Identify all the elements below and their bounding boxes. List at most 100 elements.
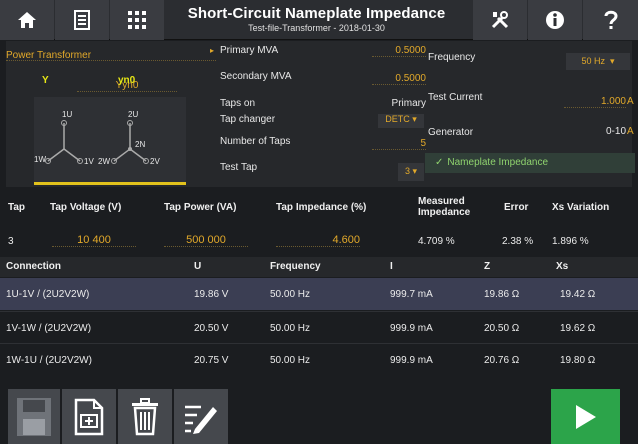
connection-cell: 1U-1V / (2U2V2W) (6, 289, 90, 300)
chevron-down-icon: ▸ (209, 46, 214, 55)
frequency-cell: 50.00 Hz (270, 323, 311, 334)
table-row[interactable]: 1V-1W / (2U2V2W) 20.50 V 50.00 Hz 999.9 … (0, 312, 638, 344)
run-test-button[interactable] (551, 389, 620, 444)
frequency-value: 50 Hz (581, 56, 605, 66)
play-icon (575, 404, 596, 429)
column-header: Frequency (270, 261, 321, 272)
tap-header: Tap (8, 202, 26, 213)
delete-icon (132, 397, 158, 435)
frequency-select[interactable]: 50 Hz ▾ (566, 53, 630, 70)
xs-variation-header: Xs Variation (552, 202, 610, 213)
tap-impedance-header: Tap Impedance (%) (276, 202, 367, 213)
frequency-label: Frequency (428, 52, 476, 63)
impedance-cell: 20.50 Ω (484, 323, 520, 334)
secondary-mva-label: Secondary MVA (220, 71, 292, 82)
frequency-cell: 50.00 Hz (270, 355, 311, 366)
voltage-cell: 20.50 V (194, 323, 229, 334)
test-tap-label: Test Tap (220, 162, 258, 173)
check-icon: ✓ (435, 157, 444, 168)
column-header: Xs (556, 261, 569, 272)
edit-icon (185, 405, 217, 434)
error-value: 2.38 % (502, 236, 534, 247)
test-current-value: 1.000 (600, 96, 626, 107)
test-current-label: Test Current (428, 92, 483, 103)
title-box: Short-Circuit Nameplate Impedance Test-f… (173, 0, 460, 40)
test-current-field[interactable]: 1.000 (564, 96, 626, 108)
edit-button[interactable] (174, 389, 228, 444)
column-header: Connection (6, 261, 61, 272)
device-type-select[interactable]: Power Transformer ▸ (6, 45, 216, 61)
top-bar: Short-Circuit Nameplate Impedance Test-f… (0, 0, 638, 40)
current-cell: 999.9 mA (390, 323, 433, 334)
page-subtitle: Test-file-Transformer - 2018-01-30 (248, 23, 385, 33)
info-button[interactable] (528, 0, 582, 40)
reactance-cell: 19.42 Ω (560, 289, 596, 300)
impedance-cell: 19.86 Ω (484, 289, 520, 300)
home-button[interactable] (0, 0, 54, 40)
generator-label: Generator (428, 127, 474, 138)
tools-button[interactable] (473, 0, 527, 40)
voltage-cell: 19.86 V (194, 289, 229, 300)
winding-diagram: Y yn0 1U 2U 1W 1V 2W 2N 2V (34, 75, 186, 185)
primary-winding-label: Y (42, 75, 49, 86)
column-header: Z (484, 261, 491, 272)
tap-voltage-header: Tap Voltage (V) (50, 202, 122, 213)
taps-on-value[interactable]: Primary (372, 98, 426, 109)
tap-changer-value: DETC (385, 114, 410, 124)
tap-power-field[interactable]: 500 000 (164, 234, 248, 247)
device-type-value: Power Transformer (6, 50, 92, 61)
test-current-unit: A (627, 96, 634, 107)
number-of-taps-field[interactable]: 5 (372, 138, 426, 150)
help-icon (604, 10, 618, 29)
column-header: I (390, 261, 393, 272)
primary-mva-label: Primary MVA (220, 45, 279, 56)
generator-unit: A (627, 126, 634, 137)
secondary-mva-field[interactable]: 0.5000 (372, 73, 426, 85)
tools-icon (491, 11, 509, 29)
number-of-taps-label: Number of Taps (220, 136, 291, 147)
save-icon (17, 397, 51, 436)
column-header: U (194, 261, 202, 272)
winding-diagram-graphic (45, 120, 149, 164)
terminal-label: 1W (34, 155, 46, 164)
secondary-winding-label: yn0 (118, 75, 136, 86)
document-button[interactable] (55, 0, 109, 40)
terminal-label: 2W (98, 157, 110, 166)
impedance-cell: 20.76 Ω (484, 355, 520, 366)
table-row[interactable]: 1U-1V / (2U2V2W) 19.86 V 50.00 Hz 999.7 … (0, 278, 638, 310)
terminal-label: 2V (150, 157, 160, 166)
info-icon (546, 11, 564, 29)
connection-cell: 1V-1W / (2U2V2W) (6, 323, 92, 334)
grid-icon (128, 11, 146, 29)
reactance-cell: 19.62 Ω (560, 323, 596, 334)
tap-power-header: Tap Power (VA) (164, 202, 237, 213)
help-button[interactable] (583, 0, 638, 40)
test-tap-value: 3 (404, 166, 410, 176)
terminal-label: 1U (62, 110, 73, 119)
delete-button[interactable] (118, 389, 172, 444)
tap-value: 3 (8, 236, 14, 247)
connection-cell: 1W-1U / (2U2V2W) (6, 355, 92, 366)
generator-value: 0-10 (605, 126, 626, 137)
grid-button[interactable] (110, 0, 164, 40)
nameplate-impedance-toggle[interactable]: ✓ Nameplate Impedance (425, 153, 635, 173)
new-file-button[interactable] (62, 389, 116, 444)
home-icon (18, 12, 36, 28)
frequency-cell: 50.00 Hz (270, 289, 311, 300)
page-title: Short-Circuit Nameplate Impedance (187, 5, 446, 22)
tap-changer-select[interactable]: DETC ▾ (378, 114, 424, 128)
primary-mva-field[interactable]: 0.5000 (372, 45, 426, 57)
current-cell: 999.9 mA (390, 355, 433, 366)
measured-impedance-value: 4.709 % (418, 236, 455, 247)
voltage-cell: 20.75 V (194, 355, 229, 366)
test-tap-select[interactable]: 3 ▾ (398, 163, 424, 181)
terminal-label: 2U (128, 110, 139, 119)
tap-impedance-field[interactable]: 4.600 (276, 234, 360, 247)
terminal-label: 2N (135, 140, 146, 149)
xs-variation-value: 1.896 % (552, 236, 589, 247)
tap-voltage-field[interactable]: 10 400 (52, 234, 136, 247)
reactance-cell: 19.80 Ω (560, 355, 596, 366)
table-row[interactable]: 1W-1U / (2U2V2W) 20.75 V 50.00 Hz 999.9 … (0, 344, 638, 376)
current-cell: 999.7 mA (390, 289, 433, 300)
save-button[interactable] (8, 389, 60, 444)
